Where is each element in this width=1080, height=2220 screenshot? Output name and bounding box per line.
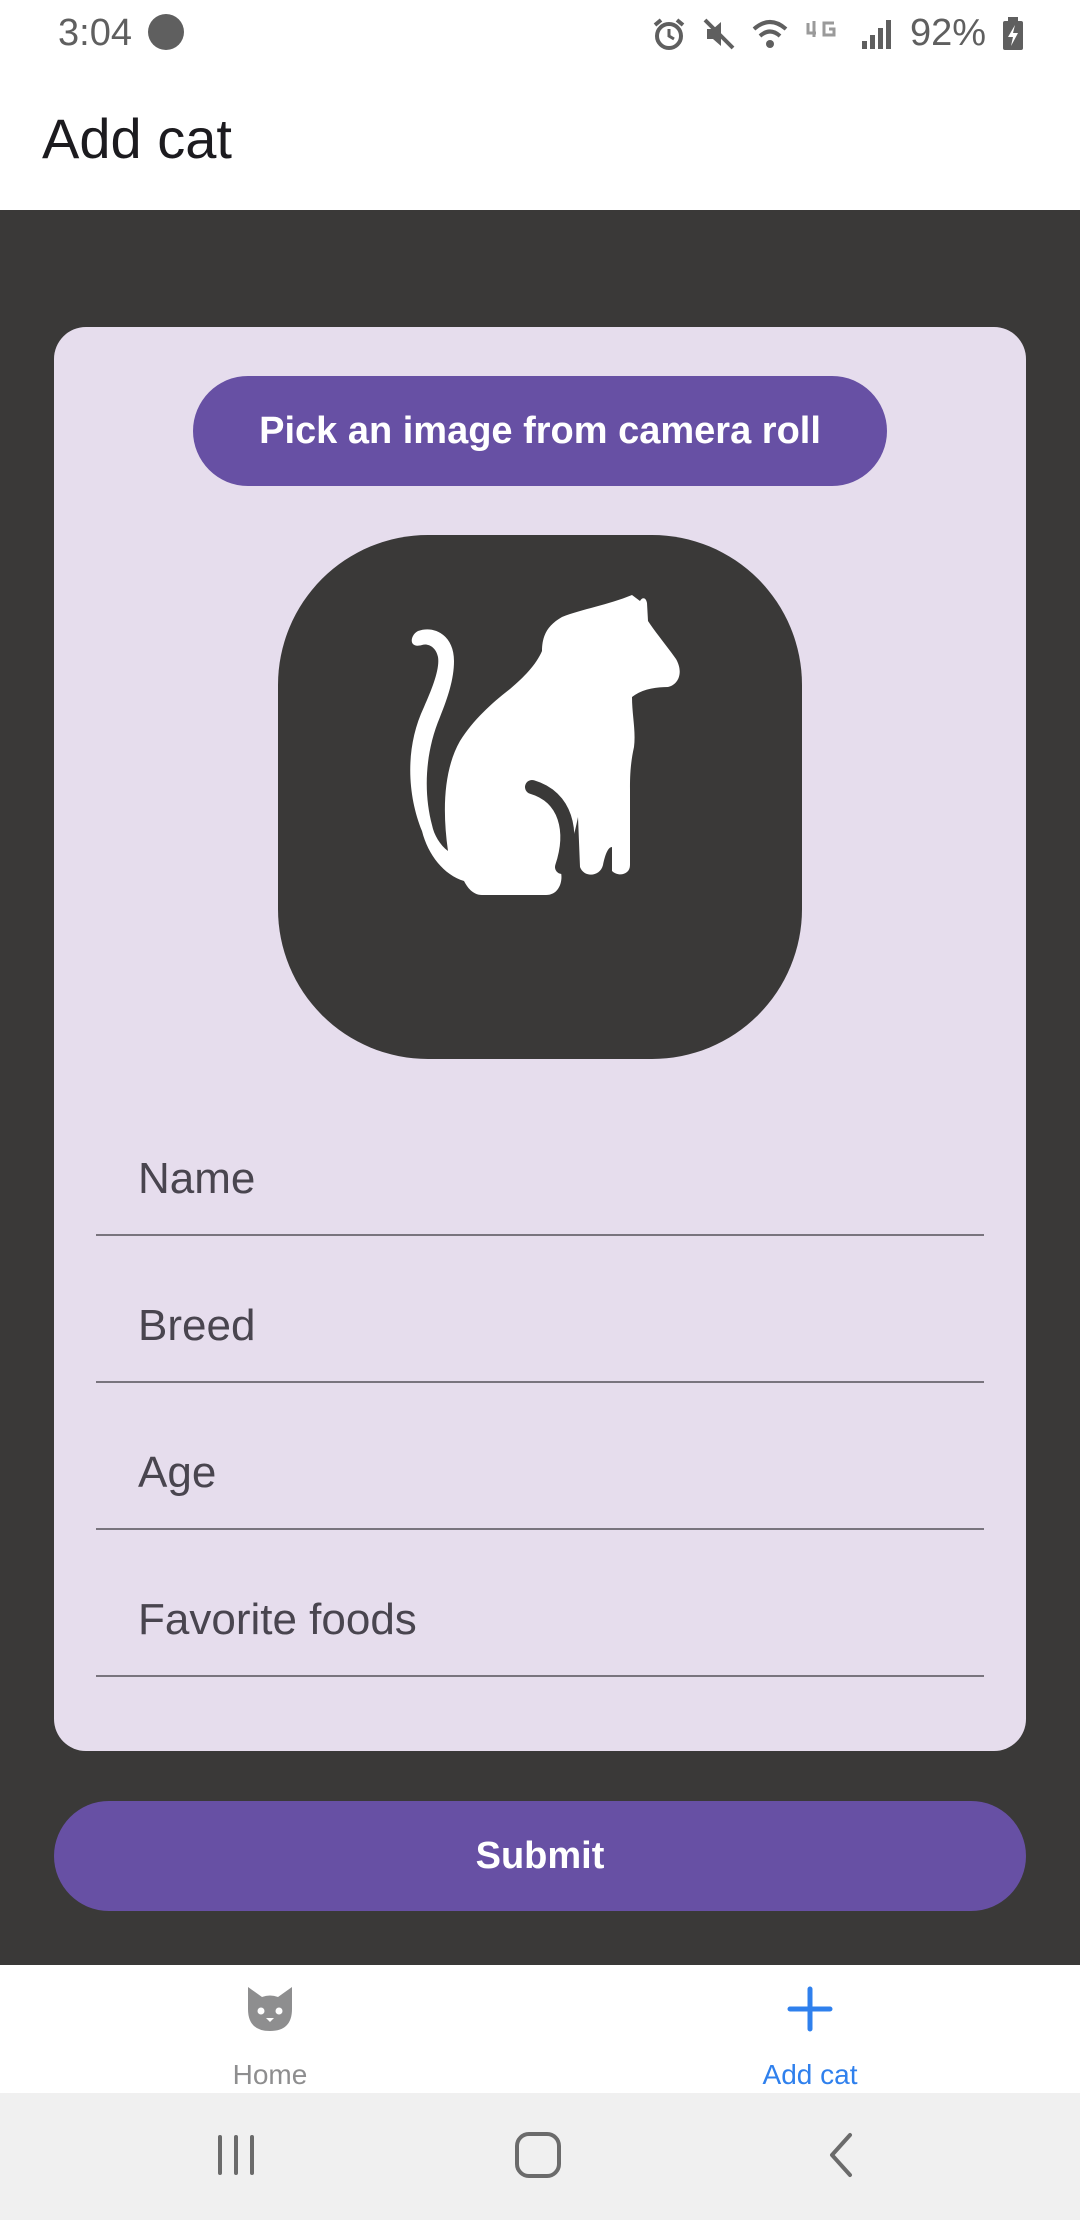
status-time: 3:04 (58, 12, 132, 54)
content-area: Pick an image from camera roll Name Bree… (0, 210, 1080, 1965)
app-header: Add cat (0, 68, 1080, 210)
breed-field[interactable]: Breed (96, 1257, 984, 1383)
tab-home-label: Home (232, 2059, 308, 2090)
name-field-label: Name (138, 1154, 256, 1203)
breed-field-label: Breed (138, 1301, 256, 1350)
cat-face-icon (248, 1987, 292, 2031)
recent-apps-icon[interactable] (212, 2129, 260, 2181)
tab-add-cat-label: Add cat (762, 2059, 858, 2090)
notification-app-icon (148, 14, 184, 50)
tab-add-cat[interactable]: Add cat (540, 1965, 1080, 2093)
wifi-icon (752, 19, 788, 48)
age-field-label: Age (138, 1448, 217, 1497)
submit-button[interactable]: Submit (54, 1801, 1026, 1911)
add-cat-form-card: Pick an image from camera roll Name Bree… (54, 327, 1026, 1751)
name-field[interactable]: Name (96, 1110, 984, 1236)
cat-image-placeholder[interactable] (278, 535, 802, 1059)
battery-charging-icon (1003, 16, 1023, 50)
back-icon[interactable] (818, 2129, 866, 2181)
mute-icon (703, 18, 735, 49)
network-4g-icon (806, 20, 836, 37)
age-field[interactable]: Age (96, 1404, 984, 1530)
tab-home[interactable]: Home (0, 1965, 540, 2093)
plus-icon (787, 1986, 833, 2032)
signal-icon (861, 19, 891, 49)
favorite-foods-field[interactable]: Favorite foods (96, 1551, 984, 1677)
cat-silhouette-icon (410, 595, 680, 895)
battery-percent: 92% (909, 12, 986, 54)
status-bar: 3:04 92% (0, 0, 1080, 68)
page-title: Add cat (42, 107, 232, 170)
system-navigation-bar (0, 2093, 1080, 2220)
status-icons: 92% (652, 12, 1024, 55)
pick-image-button[interactable]: Pick an image from camera roll (193, 376, 887, 486)
alarm-icon (653, 17, 685, 50)
favorite-foods-field-label: Favorite foods (138, 1595, 417, 1644)
bottom-tab-bar: Home Add cat (0, 1965, 1080, 2093)
home-icon[interactable] (512, 2129, 564, 2181)
